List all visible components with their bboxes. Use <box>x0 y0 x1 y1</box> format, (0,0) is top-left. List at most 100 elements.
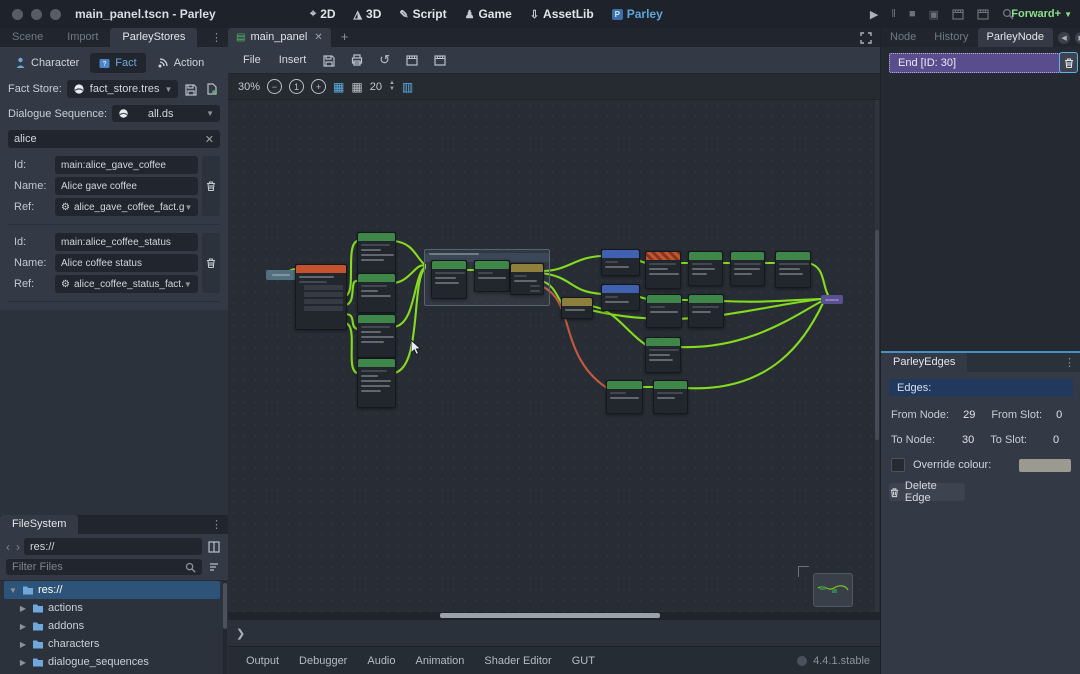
delete-edge-button[interactable]: Delete Edge <box>889 483 965 501</box>
graph-node-dlg[interactable] <box>645 337 681 373</box>
movie-writer-icon[interactable] <box>977 8 989 21</box>
tree-row-res[interactable]: ▼ res:// <box>4 581 220 599</box>
graph-node-dlg[interactable] <box>775 251 811 288</box>
delete-fact-button[interactable] <box>202 233 220 293</box>
tab-scene[interactable]: Scene <box>0 28 55 47</box>
refresh-button[interactable]: ↺ <box>373 50 396 70</box>
new-store-button[interactable] <box>204 83 220 95</box>
stop-button[interactable]: ■ <box>909 8 916 20</box>
fact-name-input[interactable]: Alice coffee status <box>55 254 198 272</box>
chevron-right-icon[interactable]: ▶ <box>18 640 28 649</box>
window-controls[interactable] <box>12 9 61 20</box>
graph-node-stripe[interactable] <box>645 251 681 289</box>
graph-vscrollbar[interactable] <box>875 100 879 612</box>
fact-ref-dropdown[interactable]: ⚙alice_coffee_status_fact.▼ <box>55 275 198 293</box>
graph-node-dlg[interactable] <box>688 294 724 328</box>
graph-minimap[interactable] <box>813 573 853 607</box>
graph-canvas[interactable] <box>228 100 880 612</box>
workspace-script[interactable]: ✎Script <box>399 7 446 21</box>
graph-node-end[interactable] <box>821 295 843 304</box>
grid-toggle-icon[interactable]: ▦ <box>351 80 362 94</box>
graph-node-dlg[interactable] <box>474 260 510 292</box>
bottom-tab-output[interactable]: Output <box>238 652 287 670</box>
forward-icon[interactable]: › <box>16 540 20 554</box>
menu-file[interactable]: File <box>236 51 268 69</box>
tree-row-dialogue-sequences[interactable]: ▶ dialogue_sequences <box>0 653 228 671</box>
minimize-window-button[interactable] <box>31 9 42 20</box>
fact-id-input[interactable]: main:alice_coffee_status <box>55 233 198 251</box>
save-store-button[interactable] <box>183 83 199 96</box>
bottom-tab-debugger[interactable]: Debugger <box>291 652 355 670</box>
tab-filesystem[interactable]: FileSystem <box>0 515 78 534</box>
graph-node-dlg[interactable] <box>646 294 682 328</box>
menu-insert[interactable]: Insert <box>272 51 314 69</box>
graph-node-mini[interactable] <box>561 297 593 319</box>
dock-menu-icon[interactable]: ⋮ <box>205 518 228 534</box>
graph-node-dlg[interactable] <box>357 358 396 408</box>
close-tab-icon[interactable]: ✕ <box>314 32 322 43</box>
tab-node[interactable]: Node <box>881 28 925 47</box>
movie-maker-icon[interactable] <box>952 8 964 21</box>
grid-size-stepper[interactable]: ▲▼ <box>389 81 395 92</box>
close-window-button[interactable] <box>12 9 23 20</box>
save-button[interactable] <box>317 52 341 69</box>
tab-parleyedges[interactable]: ParleyEdges <box>881 353 967 372</box>
delete-fact-button[interactable] <box>202 156 220 216</box>
dialogue-sequence-dropdown[interactable]: all.ds▼ <box>112 105 220 122</box>
graph-hscrollbar[interactable] <box>228 612 880 619</box>
graph-node-dlg[interactable] <box>730 251 765 286</box>
graph-node-dlg[interactable] <box>357 314 396 358</box>
zoom-reset-button[interactable]: 1 <box>289 79 304 94</box>
chevron-right-icon[interactable]: ▶ <box>18 604 28 613</box>
fact-name-input[interactable]: Alice gave coffee <box>55 177 198 195</box>
chevron-right-icon[interactable]: ▶ <box>18 658 28 667</box>
graph-node-dlg[interactable] <box>357 273 396 313</box>
graph-node-blue[interactable] <box>601 249 640 276</box>
bottom-tab-shader-editor[interactable]: Shader Editor <box>476 652 559 670</box>
tree-row-actions[interactable]: ▶ actions <box>0 599 228 617</box>
tree-scrollbar[interactable] <box>223 581 227 674</box>
renderer-selector[interactable]: Forward+▼ <box>1011 0 1072 28</box>
remote-debug-icon[interactable]: ▣ <box>929 8 939 21</box>
clear-search-icon[interactable]: ✕ <box>205 133 214 146</box>
history-forward-icon[interactable]: ▶ <box>1075 32 1080 44</box>
chevron-down-icon[interactable]: ▼ <box>8 586 18 595</box>
bottom-tab-audio[interactable]: Audio <box>359 652 403 670</box>
minimap-toggle-icon[interactable]: ▥ <box>402 80 413 94</box>
store-tab-character[interactable]: Character <box>6 53 88 73</box>
history-back-icon[interactable]: ◀ <box>1058 32 1070 44</box>
workspace-assetlib[interactable]: ⇩AssetLib <box>530 7 594 21</box>
chevron-right-icon[interactable]: ▶ <box>18 622 28 631</box>
back-icon[interactable]: ‹ <box>6 540 10 554</box>
test-sequence-button[interactable] <box>400 52 424 69</box>
delete-node-button[interactable] <box>1059 52 1078 73</box>
workspace-parley[interactable]: PParley <box>612 7 663 21</box>
graph-node-dlg[interactable] <box>688 251 723 286</box>
fact-id-input[interactable]: main:alice_gave_coffee <box>55 156 198 174</box>
bottom-tab-gut[interactable]: GUT <box>564 652 603 670</box>
bottom-tab-animation[interactable]: Animation <box>408 652 473 670</box>
graph-node-dlg[interactable] <box>357 232 396 276</box>
tab-parleystores[interactable]: ParleyStores <box>110 28 197 47</box>
workspace-game[interactable]: ♟Game <box>465 7 512 21</box>
maximize-window-button[interactable] <box>50 9 61 20</box>
graph-node-dlg[interactable] <box>606 380 643 414</box>
graph-node-match[interactable] <box>295 264 347 330</box>
fact-ref-dropdown[interactable]: ⚙alice_gave_coffee_fact.g▼ <box>55 198 198 216</box>
graph-node-start[interactable] <box>266 270 296 280</box>
path-field[interactable]: res:// <box>24 538 202 555</box>
colour-swatch[interactable] <box>1019 459 1071 472</box>
test-from-node-button[interactable] <box>428 52 452 69</box>
new-tab-button[interactable]: + <box>331 29 359 47</box>
graph-node-blue[interactable] <box>601 284 640 311</box>
tab-import[interactable]: Import <box>55 28 110 47</box>
filter-files-input[interactable]: Filter Files <box>6 559 202 575</box>
distraction-free-icon[interactable] <box>852 32 880 47</box>
tab-history[interactable]: History <box>925 28 977 47</box>
override-colour-checkbox[interactable] <box>891 458 905 472</box>
expand-shelf-icon[interactable]: ❯ <box>236 627 245 640</box>
snap-toggle-icon[interactable]: ▦ <box>333 80 344 94</box>
sort-icon[interactable] <box>206 561 222 573</box>
export-button[interactable] <box>345 52 369 69</box>
graph-node-cond[interactable] <box>510 263 544 295</box>
